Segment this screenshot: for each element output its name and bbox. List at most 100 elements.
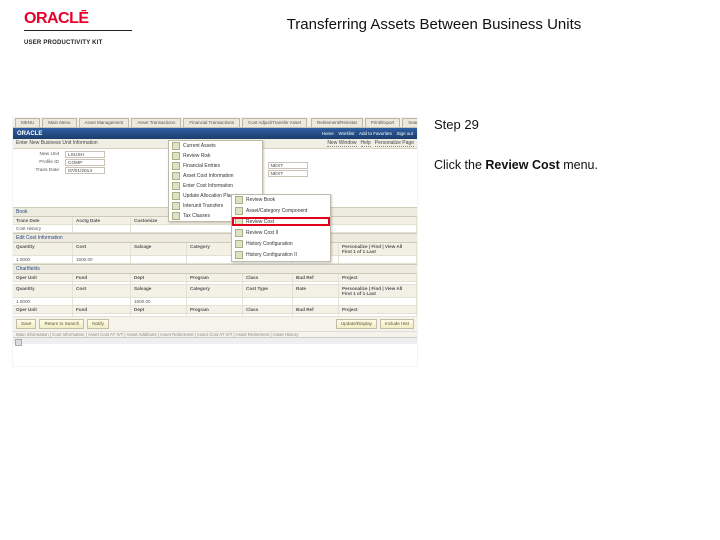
col: Cost bbox=[73, 285, 131, 297]
cell[interactable] bbox=[243, 298, 293, 305]
field[interactable]: NEXT bbox=[268, 170, 308, 177]
link-pers[interactable]: Personalize Page bbox=[375, 140, 414, 147]
cell[interactable]: 1600.00 bbox=[73, 256, 131, 263]
tab[interactable]: Retirement/Reinstat bbox=[311, 118, 363, 127]
save-button[interactable]: Save bbox=[16, 319, 36, 329]
col: Salvage bbox=[131, 243, 187, 255]
oracle-logo-text: ORACLE bbox=[24, 10, 89, 27]
cell[interactable] bbox=[339, 314, 417, 316]
tab[interactable]: Main Menu bbox=[42, 118, 76, 127]
label: New Unit bbox=[17, 152, 59, 157]
tab[interactable]: Asset Transactions bbox=[131, 118, 181, 127]
cell[interactable] bbox=[131, 282, 187, 284]
link-worklist[interactable]: Worklist bbox=[338, 131, 354, 136]
submenu-item[interactable]: Review Cost II bbox=[232, 228, 330, 239]
tab[interactable]: Financial Transactions bbox=[183, 118, 240, 127]
cell[interactable] bbox=[293, 282, 339, 284]
col: Bud Ref bbox=[293, 274, 339, 281]
instr-prefix: Click the bbox=[434, 158, 485, 172]
submenu-item-review-cost[interactable]: Review Cost bbox=[232, 217, 330, 228]
cell[interactable] bbox=[187, 298, 243, 305]
tab[interactable]: Print/Export bbox=[365, 118, 401, 127]
cell[interactable]: 1.0000 bbox=[13, 256, 73, 263]
col: Cost bbox=[73, 243, 131, 255]
menu-item[interactable]: Current Assets bbox=[169, 141, 262, 151]
col: Class bbox=[243, 274, 293, 281]
cell[interactable] bbox=[73, 314, 131, 316]
submenu-item[interactable]: Asset/Category Component bbox=[232, 206, 330, 217]
cell[interactable] bbox=[293, 298, 339, 305]
step-label: Step 29 bbox=[434, 117, 692, 132]
upk-text: USER PRODUCTIVITY KIT bbox=[24, 40, 102, 46]
section-chartfields: Chartfields bbox=[13, 264, 417, 274]
cell[interactable] bbox=[187, 282, 243, 284]
cell[interactable]: 1600.00 bbox=[131, 298, 187, 305]
link-newwin[interactable]: New Window bbox=[327, 140, 356, 147]
col: Fund bbox=[73, 274, 131, 281]
link-fav[interactable]: Add to Favorites bbox=[359, 131, 392, 136]
cell[interactable] bbox=[13, 314, 73, 316]
grid-head: Quantity Cost Salvage Category Cost Type… bbox=[13, 285, 417, 298]
tab[interactable]: Asset Management bbox=[79, 118, 130, 127]
cell[interactable] bbox=[339, 282, 417, 284]
cell[interactable] bbox=[73, 298, 131, 305]
section-edit-cost: Edit Cost Information bbox=[13, 233, 417, 243]
cell[interactable] bbox=[243, 282, 293, 284]
return-button[interactable]: Return to Search bbox=[39, 319, 84, 329]
include-hist-button[interactable]: Include Hist bbox=[380, 319, 414, 329]
screenshot-thumbnail: MENU Main Menu Asset Management Asset Tr… bbox=[12, 117, 418, 367]
cell[interactable] bbox=[131, 314, 187, 316]
instruction-line: Click the Review Cost menu. bbox=[434, 158, 692, 172]
menu-item[interactable]: Review Risk bbox=[169, 151, 262, 161]
col: Fund bbox=[73, 306, 131, 313]
cell[interactable]: 1.0000 bbox=[13, 298, 73, 305]
col: Quantity bbox=[13, 243, 73, 255]
tab[interactable]: MENU bbox=[15, 118, 40, 127]
menu-item[interactable]: Enter Cost Information bbox=[169, 181, 262, 191]
menu-item[interactable]: Financial Entries bbox=[169, 161, 262, 171]
cell[interactable] bbox=[131, 256, 187, 263]
update-display-button[interactable]: Update/Display bbox=[336, 319, 377, 329]
field[interactable]: LSUSH bbox=[65, 151, 105, 158]
cell bbox=[73, 225, 131, 232]
breadcrumb-tabs: MENU Main Menu Asset Management Asset Tr… bbox=[13, 118, 417, 128]
instruction-panel: Step 29 Click the Review Cost menu. bbox=[418, 117, 700, 367]
submenu-item[interactable]: History Configuration II bbox=[232, 250, 330, 261]
grid-row: Cost History bbox=[13, 225, 417, 233]
col: Program bbox=[187, 306, 243, 313]
grid-nav[interactable]: Personalize | Find | View All First 1 of… bbox=[339, 243, 417, 255]
oracle-bar-logo: ORACLE bbox=[17, 131, 42, 137]
logo-block: ORACLĒ USER PRODUCTIVITY KIT bbox=[24, 10, 132, 49]
col: Rate bbox=[293, 285, 339, 297]
instr-suffix: menu. bbox=[560, 158, 598, 172]
submenu-item[interactable]: History Configuration bbox=[232, 239, 330, 250]
tab[interactable]: Cost Adjust/Transfer Asset bbox=[242, 118, 307, 127]
link-signout[interactable]: Sign out bbox=[396, 131, 413, 136]
submenu-item[interactable]: Review Book bbox=[232, 195, 330, 206]
grid-row: 1.0000 1600.00 bbox=[13, 298, 417, 306]
col: Dept bbox=[131, 306, 187, 313]
cell[interactable] bbox=[293, 314, 339, 316]
cell[interactable] bbox=[73, 282, 131, 284]
page-title: Transferring Assets Between Business Uni… bbox=[132, 10, 696, 33]
menu-item[interactable]: Asset Cost Information bbox=[169, 171, 262, 181]
field[interactable]: 07/01/2014 bbox=[65, 167, 105, 174]
tab[interactable]: Search bbox=[402, 118, 418, 127]
field[interactable]: COMP bbox=[65, 159, 105, 166]
link-help[interactable]: Help bbox=[361, 140, 371, 147]
grid-nav[interactable]: Personalize | Find | View All First 1 of… bbox=[339, 285, 417, 297]
col: Project bbox=[339, 306, 417, 313]
col: Cost Type bbox=[243, 285, 293, 297]
field[interactable]: NEXT bbox=[268, 162, 308, 169]
cell[interactable] bbox=[13, 282, 73, 284]
cell bbox=[339, 256, 417, 263]
horizontal-scrollbar[interactable] bbox=[13, 337, 417, 344]
notify-button[interactable]: Notify bbox=[87, 319, 109, 329]
cell[interactable] bbox=[187, 314, 243, 316]
col: Salvage bbox=[131, 285, 187, 297]
cell[interactable] bbox=[243, 314, 293, 316]
col: Category bbox=[187, 285, 243, 297]
grid-head: Oper Unit Fund Dept Program Class Bud Re… bbox=[13, 274, 417, 282]
link-home[interactable]: Home bbox=[322, 131, 334, 136]
oracle-logo: ORACLĒ bbox=[24, 10, 89, 28]
